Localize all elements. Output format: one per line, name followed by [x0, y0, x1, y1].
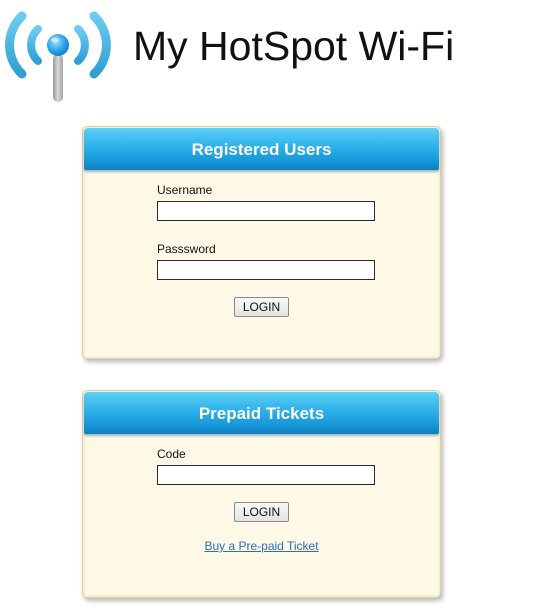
registered-users-title: Registered Users [84, 128, 439, 170]
username-label: Username [157, 183, 213, 197]
login-button[interactable]: LOGIN [234, 297, 289, 317]
prepaid-tickets-panel: Prepaid Tickets Code LOGIN Buy a Pre-pai… [82, 390, 441, 598]
login-page: My HotSpot Wi-Fi Registered Users Userna… [0, 0, 537, 606]
wifi-logo-icon [5, 11, 111, 102]
password-label: Passsword [157, 242, 216, 256]
code-input[interactable] [157, 465, 375, 485]
registered-users-panel: Registered Users Username Passsword LOGI… [82, 126, 441, 359]
code-label: Code [157, 447, 186, 461]
buy-prepaid-ticket-link[interactable]: Buy a Pre-paid Ticket [83, 539, 440, 553]
site-title: My HotSpot Wi-Fi [133, 23, 455, 69]
prepaid-tickets-title: Prepaid Tickets [84, 392, 439, 434]
username-input[interactable] [157, 201, 375, 221]
password-input[interactable] [157, 260, 375, 280]
ticket-login-button[interactable]: LOGIN [234, 502, 289, 522]
